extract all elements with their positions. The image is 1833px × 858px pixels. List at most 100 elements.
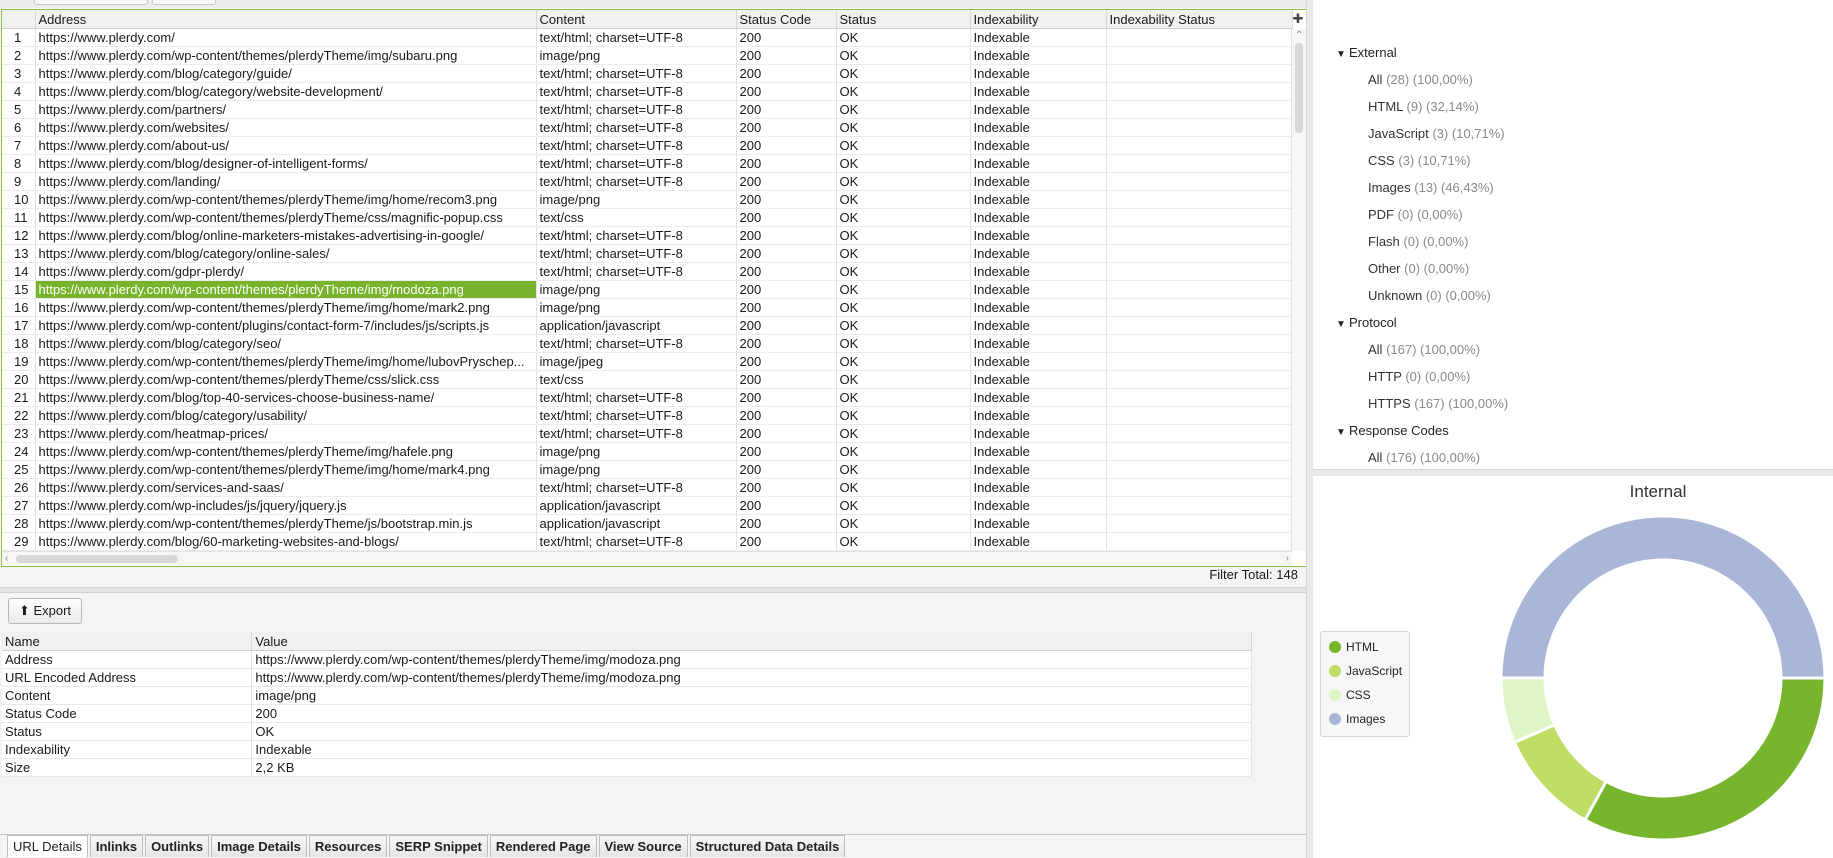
scroll-left-arrow-icon[interactable]: ‹ bbox=[5, 553, 8, 565]
grid-header-indexability-status[interactable]: Indexability Status bbox=[1106, 10, 1293, 29]
grid-header-status-code[interactable]: Status Code bbox=[736, 10, 837, 29]
table-row[interactable]: 24 https://www.plerdy.com/wp-content/them… bbox=[2, 442, 1293, 461]
table-row[interactable]: 4 https://www.plerdy.com/blog/category/we… bbox=[2, 82, 1293, 101]
details-panel: Name Value Address https://www.plerdy.com… bbox=[2, 632, 1252, 777]
table-row[interactable]: 25 https://www.plerdy.com/wp-content/them… bbox=[2, 460, 1293, 479]
cell-content: text/html; charset=UTF-8 bbox=[536, 172, 737, 191]
cell-indexability: Indexable bbox=[970, 334, 1107, 353]
results-table: Address Content Status Code Status Index… bbox=[2, 10, 1293, 551]
grid-header-status[interactable]: Status bbox=[836, 10, 971, 29]
tree-item[interactable]: All (176) (100,00%) bbox=[1368, 450, 1480, 465]
tab-view-source[interactable]: View Source bbox=[598, 835, 688, 857]
cell-indexability-status bbox=[1106, 190, 1293, 209]
table-row[interactable]: 19 https://www.plerdy.com/wp-content/them… bbox=[2, 352, 1293, 371]
table-row[interactable]: 5 https://www.plerdy.com/partners/text/ht… bbox=[2, 100, 1293, 119]
add-column-icon[interactable]: ✚ bbox=[1292, 10, 1304, 28]
table-row[interactable]: 11 https://www.plerdy.com/wp-content/them… bbox=[2, 208, 1293, 227]
details-header-name[interactable]: Name bbox=[2, 632, 253, 651]
grid-header-content[interactable]: Content bbox=[536, 10, 737, 29]
table-row[interactable]: 8 https://www.plerdy.com/blog/designer-of… bbox=[2, 154, 1293, 173]
tree-item[interactable]: All (28) (100,00%) bbox=[1368, 72, 1473, 87]
cell-address: https://www.plerdy.com/blog/category/usa… bbox=[35, 406, 537, 425]
horizontal-scrollbar[interactable]: ‹ › bbox=[2, 551, 1292, 566]
table-row[interactable]: 15 https://www.plerdy.com/wp-content/them… bbox=[2, 280, 1293, 299]
export-button[interactable]: ⬆ Export bbox=[8, 598, 82, 624]
tree-item[interactable]: Images (13) (46,43%) bbox=[1368, 180, 1494, 195]
table-row[interactable]: 20 https://www.plerdy.com/wp-content/them… bbox=[2, 370, 1293, 389]
details-row[interactable]: Size 2,2 KB bbox=[2, 758, 1252, 777]
tab-url-details[interactable]: URL Details bbox=[7, 835, 88, 857]
scroll-up-arrow-icon[interactable]: ⌃ bbox=[1295, 30, 1303, 42]
cell-address: https://www.plerdy.com/services-and-saas… bbox=[35, 478, 537, 497]
details-row[interactable]: Address https://www.plerdy.com/wp-content… bbox=[2, 650, 1252, 669]
table-row[interactable]: 28 https://www.plerdy.com/wp-content/them… bbox=[2, 514, 1293, 533]
tab-inlinks[interactable]: Inlinks bbox=[89, 835, 144, 857]
grid-header-indexability[interactable]: Indexability bbox=[970, 10, 1107, 29]
vertical-scrollbar[interactable]: ⌃ bbox=[1291, 29, 1306, 551]
pane-splitter[interactable] bbox=[0, 587, 1306, 593]
table-row[interactable]: 21 https://www.plerdy.com/blog/top-40-ser… bbox=[2, 388, 1293, 407]
table-row[interactable]: 3 https://www.plerdy.com/blog/category/gu… bbox=[2, 64, 1293, 83]
tree-item[interactable]: All (167) (100,00%) bbox=[1368, 342, 1480, 357]
horizontal-scroll-thumb[interactable] bbox=[16, 555, 178, 563]
table-row[interactable]: 14 https://www.plerdy.com/gdpr-plerdy/tex… bbox=[2, 262, 1293, 281]
cell-status-code: 200 bbox=[736, 352, 837, 371]
tree-item[interactable]: Unknown (0) (0,00%) bbox=[1368, 288, 1491, 303]
table-row[interactable]: 7 https://www.plerdy.com/about-us/text/ht… bbox=[2, 136, 1293, 155]
details-row[interactable]: Status Code 200 bbox=[2, 704, 1252, 723]
table-row[interactable]: 9 https://www.plerdy.com/landing/text/htm… bbox=[2, 172, 1293, 191]
cell-indexability: Indexable bbox=[970, 64, 1107, 83]
tab-outlinks[interactable]: Outlinks bbox=[145, 835, 210, 857]
table-row[interactable]: 23 https://www.plerdy.com/heatmap-prices/… bbox=[2, 424, 1293, 443]
tree-item[interactable]: JavaScript (3) (10,71%) bbox=[1368, 126, 1505, 141]
table-row[interactable]: 17 https://www.plerdy.com/wp-content/plug… bbox=[2, 316, 1293, 335]
tab-serp-snippet[interactable]: SERP Snippet bbox=[389, 835, 488, 857]
tree-group[interactable]: ▼ External bbox=[1336, 45, 1397, 60]
table-row[interactable]: 1 https://www.plerdy.com/text/html; chars… bbox=[2, 28, 1293, 47]
table-row[interactable]: 29 https://www.plerdy.com/blog/60-marketi… bbox=[2, 532, 1293, 551]
table-row[interactable]: 13 https://www.plerdy.com/blog/category/o… bbox=[2, 244, 1293, 263]
tab-resources[interactable]: Resources bbox=[308, 835, 388, 857]
tab-image-details[interactable]: Image Details bbox=[211, 835, 307, 857]
tree-group[interactable]: ▼ Response Codes bbox=[1336, 423, 1449, 438]
filter-total: Filter Total: 148 bbox=[1209, 567, 1298, 582]
scroll-right-arrow-icon[interactable]: › bbox=[1286, 553, 1289, 565]
tree-item-label: All bbox=[1368, 72, 1383, 87]
toolbar-button-1[interactable] bbox=[34, 0, 148, 5]
tree-item[interactable]: HTTPS (167) (100,00%) bbox=[1368, 396, 1508, 411]
vertical-scroll-thumb[interactable] bbox=[1295, 43, 1303, 133]
tree-item[interactable]: HTTP (0) (0,00%) bbox=[1368, 369, 1470, 384]
cell-rownum: 9 bbox=[2, 172, 36, 191]
tree-item[interactable]: Other (0) (0,00%) bbox=[1368, 261, 1469, 276]
details-row[interactable]: Indexability Indexable bbox=[2, 740, 1252, 759]
grid-header-address[interactable]: Address bbox=[35, 10, 537, 29]
details-row[interactable]: URL Encoded Address https://www.plerdy.co… bbox=[2, 668, 1252, 687]
expand-triangle-icon[interactable]: ▼ bbox=[1336, 49, 1349, 60]
tab-rendered-page[interactable]: Rendered Page bbox=[489, 835, 597, 857]
donut-slice-javascript[interactable] bbox=[1512, 722, 1609, 822]
table-row[interactable]: 22 https://www.plerdy.com/blog/category/u… bbox=[2, 406, 1293, 425]
tree-group[interactable]: ▼ Protocol bbox=[1336, 315, 1397, 330]
table-row[interactable]: 6 https://www.plerdy.com/websites/text/ht… bbox=[2, 118, 1293, 137]
donut-slice-images[interactable] bbox=[1499, 514, 1827, 680]
table-row[interactable]: 2 https://www.plerdy.com/wp-content/theme… bbox=[2, 46, 1293, 65]
toolbar-button-2[interactable] bbox=[152, 0, 216, 5]
tree-item[interactable]: PDF (0) (0,00%) bbox=[1368, 207, 1463, 222]
tab-structured-data-details[interactable]: Structured Data Details bbox=[689, 835, 846, 857]
cell-status: OK bbox=[836, 118, 971, 137]
details-row[interactable]: Content image/png bbox=[2, 686, 1252, 705]
tree-item[interactable]: CSS (3) (10,71%) bbox=[1368, 153, 1471, 168]
table-row[interactable]: 27 https://www.plerdy.com/wp-includes/js/… bbox=[2, 496, 1293, 515]
donut-slice-html[interactable] bbox=[1582, 676, 1827, 842]
table-row[interactable]: 26 https://www.plerdy.com/services-and-sa… bbox=[2, 478, 1293, 497]
tree-item[interactable]: HTML (9) (32,14%) bbox=[1368, 99, 1479, 114]
expand-triangle-icon[interactable]: ▼ bbox=[1336, 427, 1349, 438]
tree-item[interactable]: Flash (0) (0,00%) bbox=[1368, 234, 1468, 249]
table-row[interactable]: 16 https://www.plerdy.com/wp-content/them… bbox=[2, 298, 1293, 317]
table-row[interactable]: 18 https://www.plerdy.com/blog/category/s… bbox=[2, 334, 1293, 353]
table-row[interactable]: 12 https://www.plerdy.com/blog/online-mar… bbox=[2, 226, 1293, 245]
details-row[interactable]: Status OK bbox=[2, 722, 1252, 741]
expand-triangle-icon[interactable]: ▼ bbox=[1336, 319, 1349, 330]
table-row[interactable]: 10 https://www.plerdy.com/wp-content/them… bbox=[2, 190, 1293, 209]
details-header-value[interactable]: Value bbox=[251, 632, 1252, 651]
